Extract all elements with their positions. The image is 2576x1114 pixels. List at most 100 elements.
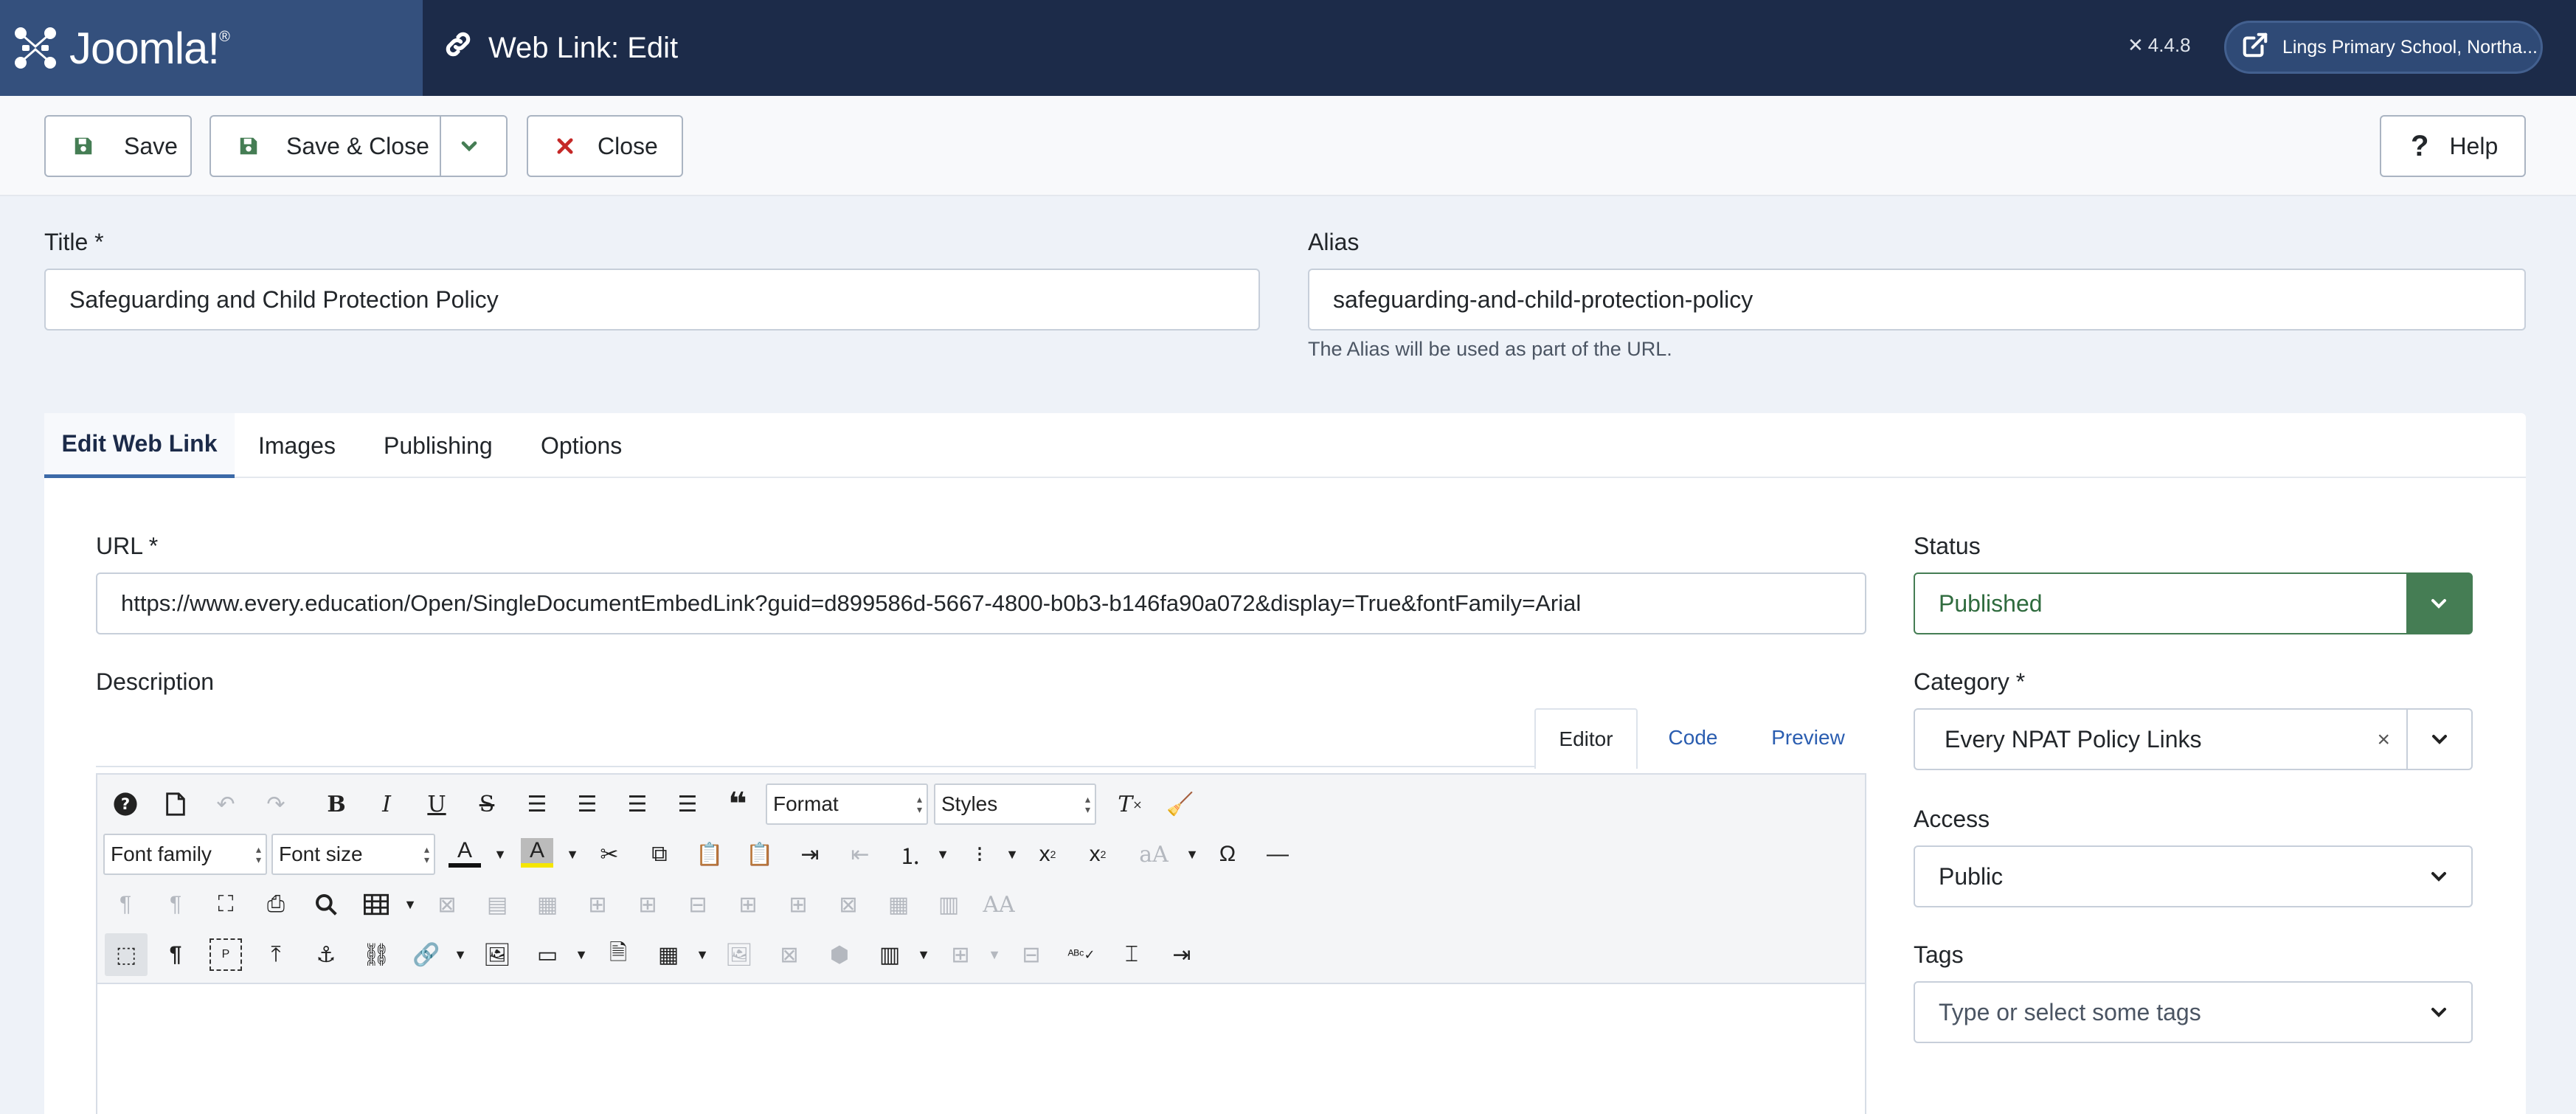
joomla-logo[interactable]: Joomla!® [0, 0, 423, 96]
table-split-cells-icon[interactable]: ▦ [882, 888, 915, 921]
category-select[interactable]: Every NPAT Policy Links × [1914, 708, 2473, 770]
undo-icon[interactable]: ↶ [210, 788, 242, 820]
insert-col-dis-icon[interactable]: ⊞ [944, 938, 977, 971]
highlight-color-icon[interactable]: A [521, 838, 553, 868]
table-cell-props-icon[interactable]: ▦ [531, 888, 564, 921]
media-dropdown-icon[interactable]: ▼ [574, 938, 589, 971]
styles-select[interactable]: Styles ▴ ▾ [934, 783, 1096, 825]
cut-icon[interactable]: ✂ [593, 838, 626, 871]
link-dropdown-icon[interactable]: ▼ [453, 938, 468, 971]
paste-text-icon[interactable]: 📋 [744, 838, 776, 871]
new-document-icon[interactable] [159, 788, 192, 820]
highlight-dropdown-icon[interactable]: ▼ [565, 838, 580, 871]
italic-icon[interactable]: I [370, 788, 403, 820]
spellcheck-icon[interactable]: ᴬᴮᶜ✓ [1065, 938, 1098, 971]
print-icon[interactable]: ⎙ [260, 888, 292, 921]
format-select[interactable]: Format ▴ ▾ [766, 783, 928, 825]
redo-icon[interactable]: ↷ [260, 788, 292, 820]
access-dropdown[interactable] [2406, 847, 2471, 906]
unlink-icon[interactable]: ⛓ [360, 938, 392, 971]
blockquote-icon[interactable]: ❝ [721, 786, 754, 823]
save-close-button[interactable]: Save & Close [210, 115, 508, 177]
insert-link-icon[interactable]: 🔗 [410, 938, 443, 971]
access-select[interactable]: Public [1914, 845, 2473, 907]
align-justify-icon[interactable]: ☰ [521, 788, 553, 820]
bullet-list-icon[interactable]: ⁝ [963, 838, 996, 871]
nonbreaking-space-icon[interactable]: ⌶ [1115, 938, 1148, 971]
page-break-dropdown-icon[interactable]: ▼ [695, 938, 710, 971]
tab-publishing[interactable]: Publishing [384, 413, 493, 478]
columns-icon[interactable]: ▥ [873, 938, 906, 971]
template-icon[interactable]: 🗎 [602, 938, 634, 971]
table-dropdown-icon[interactable]: ▼ [403, 888, 418, 921]
subscript-icon[interactable]: x2 [1031, 838, 1064, 871]
font-size-select[interactable]: Font size ▴ ▾ [271, 834, 435, 875]
help-button[interactable]: ? Help [2380, 115, 2526, 177]
tab-options[interactable]: Options [541, 413, 622, 478]
table-delete-col-icon[interactable]: ⊠ [832, 888, 865, 921]
page-embed-icon[interactable]: ⇥ [1166, 938, 1198, 971]
tags-dropdown[interactable] [2406, 983, 2471, 1042]
numbered-list-icon[interactable]: ⒈ [894, 838, 927, 871]
show-blocks-icon[interactable]: P [210, 938, 242, 971]
insert-col-dropdown-icon[interactable]: ▼ [987, 938, 1002, 971]
numbered-list-dropdown-icon[interactable]: ▼ [935, 838, 950, 871]
table-insert-col-after-icon[interactable]: ⊞ [782, 888, 814, 921]
align-left-icon[interactable]: ☰ [621, 788, 654, 820]
table-insert-row-after-icon[interactable]: ⊞ [631, 888, 664, 921]
cube-icon[interactable]: ⬢ [823, 938, 856, 971]
view-site-button[interactable]: Lings Primary School, Northa... [2224, 21, 2543, 74]
table-insert-row-before-icon[interactable]: ⊞ [581, 888, 614, 921]
text-color-dropdown-icon[interactable]: ▼ [493, 838, 508, 871]
text-color-icon[interactable]: A [449, 838, 481, 868]
align-center-icon[interactable]: ☰ [571, 788, 603, 820]
title-input[interactable]: Safeguarding and Child Protection Policy [44, 269, 1260, 331]
insert-upload-icon[interactable]: ⤒ [260, 938, 292, 971]
show-blocks-paragraph-icon[interactable]: ¶ [159, 938, 192, 971]
table-icon[interactable] [360, 888, 392, 921]
table-merge-cells-icon[interactable]: ▥ [932, 888, 965, 921]
indent-icon[interactable]: ⇥ [794, 838, 826, 871]
bullet-list-dropdown-icon[interactable]: ▼ [1005, 838, 1019, 871]
editor-content-area[interactable] [97, 986, 1865, 1114]
columns-dropdown-icon[interactable]: ▼ [916, 938, 931, 971]
insert-media-icon[interactable]: ▭ [531, 938, 564, 971]
text-case-icon[interactable]: aA [1138, 838, 1170, 871]
broom-icon[interactable]: 🧹 [1164, 788, 1197, 820]
horizontal-rule-icon[interactable]: — [1261, 838, 1294, 871]
visual-aid-icon[interactable]: ⬚ [105, 933, 148, 976]
preview-tab[interactable]: Preview [1753, 708, 1863, 767]
font-family-select[interactable]: Font family ▴ ▾ [103, 834, 267, 875]
search-icon[interactable] [310, 888, 342, 921]
fullscreen-icon[interactable]: ⛶ [210, 888, 242, 921]
table-delete-icon[interactable]: ⊠ [431, 888, 463, 921]
paste-icon[interactable]: 📋 [693, 838, 726, 871]
special-character-icon[interactable]: Ω [1211, 838, 1244, 871]
tags-input[interactable]: Type or select some tags [1914, 981, 2473, 1043]
save-button[interactable]: Save [44, 115, 192, 177]
page-break-icon[interactable]: ▦ [652, 938, 685, 971]
close-button[interactable]: Close [527, 115, 683, 177]
split-dis-icon[interactable]: ⊟ [1015, 938, 1048, 971]
save-options-dropdown[interactable] [457, 134, 481, 164]
underline-icon[interactable]: U [420, 788, 453, 820]
superscript-icon[interactable]: x2 [1081, 838, 1114, 871]
table-delete-row-icon[interactable]: ⊟ [682, 888, 714, 921]
code-tab[interactable]: Code [1645, 708, 1741, 767]
strikethrough-icon[interactable]: S [471, 788, 503, 820]
status-select[interactable]: Published [1914, 572, 2473, 634]
text-case-dropdown-icon[interactable]: ▼ [1185, 838, 1199, 871]
alias-input[interactable]: safeguarding-and-child-protection-policy [1308, 269, 2526, 331]
image-dis-icon[interactable]: 🖼 [723, 938, 755, 971]
copy-icon[interactable]: ⧉ [643, 838, 676, 871]
table-row-props-icon[interactable]: ▤ [481, 888, 513, 921]
status-dropdown[interactable] [2406, 574, 2471, 633]
align-right-icon[interactable]: ☰ [671, 788, 704, 820]
ltr-icon[interactable]: ¶ [109, 888, 142, 921]
clear-icon[interactable]: × [2377, 727, 2390, 753]
anchor-icon[interactable]: ⚓ [310, 938, 342, 971]
insert-image-icon[interactable]: 🖼 [481, 938, 513, 971]
url-input[interactable]: https://www.every.education/Open/SingleD… [96, 572, 1866, 634]
tab-edit-web-link[interactable]: Edit Web Link [44, 413, 235, 478]
style-format-icon[interactable]: AA [983, 888, 1015, 921]
